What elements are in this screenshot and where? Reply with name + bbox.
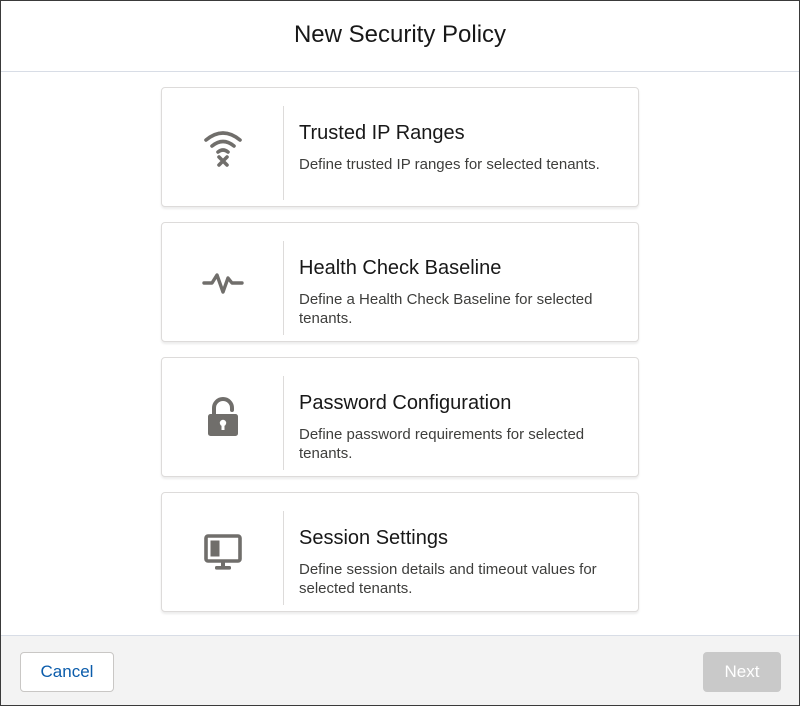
card-title: Health Check Baseline <box>299 257 502 279</box>
card-description: Define password requirements for selecte… <box>299 426 585 462</box>
new-security-policy-modal: New Security Policy Trusted IP Ranges De… <box>0 0 800 706</box>
card-description: Define trusted IP ranges for selected te… <box>299 156 600 173</box>
wifi-off-icon <box>201 125 245 169</box>
card-description: Define a Health Check Baseline for selec… <box>299 291 593 327</box>
card-divider <box>283 376 284 470</box>
card-icon-container <box>162 493 283 611</box>
pulse-icon <box>201 260 245 304</box>
card-divider <box>283 241 284 335</box>
card-icon-container <box>162 88 283 206</box>
card-text: Password Configuration Define password r… <box>299 391 622 463</box>
card-title: Session Settings <box>299 527 448 549</box>
card-text: Session Settings Define session details … <box>299 526 622 598</box>
modal-header: New Security Policy <box>1 1 799 72</box>
unlock-icon <box>201 395 245 439</box>
card-title: Trusted IP Ranges <box>299 122 465 144</box>
card-divider <box>283 511 284 605</box>
monitor-icon <box>201 530 245 574</box>
card-description: Define session details and timeout value… <box>299 561 597 597</box>
modal-title: New Security Policy <box>293 21 507 48</box>
cancel-button[interactable]: Cancel <box>20 652 114 692</box>
card-text: Health Check Baseline Define a Health Ch… <box>299 256 622 328</box>
next-button[interactable]: Next <box>703 652 781 692</box>
option-card-session-settings[interactable]: Session Settings Define session details … <box>161 492 639 612</box>
card-icon-container <box>162 223 283 341</box>
card-title: Password Configuration <box>299 392 512 414</box>
card-divider <box>283 106 284 200</box>
modal-footer: Cancel Next <box>1 635 799 705</box>
card-text: Trusted IP Ranges Define trusted IP rang… <box>299 121 622 174</box>
card-icon-container <box>162 358 283 476</box>
modal-body[interactable]: Trusted IP Ranges Define trusted IP rang… <box>1 72 799 635</box>
option-card-trusted-ip-ranges[interactable]: Trusted IP Ranges Define trusted IP rang… <box>161 87 639 207</box>
option-card-health-check-baseline[interactable]: Health Check Baseline Define a Health Ch… <box>161 222 639 342</box>
option-card-password-configuration[interactable]: Password Configuration Define password r… <box>161 357 639 477</box>
